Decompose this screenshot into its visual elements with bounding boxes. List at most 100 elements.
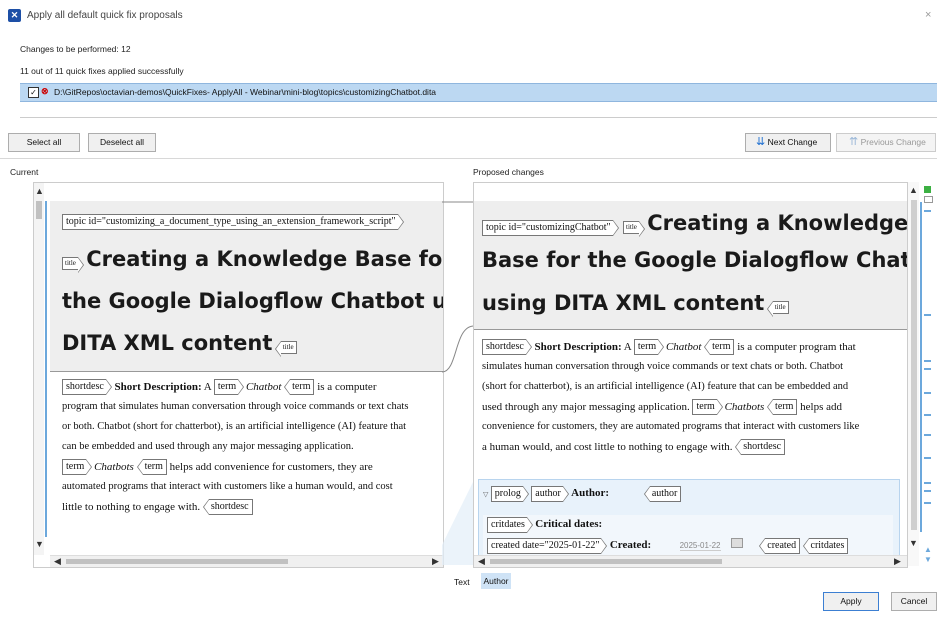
proposed-vscrollbar[interactable]: ▲ ▼: [908, 182, 922, 566]
collapse-icon[interactable]: ▽: [483, 491, 488, 498]
change-marker[interactable]: [924, 314, 931, 316]
current-pane-label: Current: [10, 167, 39, 177]
current-gutter: [34, 183, 44, 555]
calendar-icon[interactable]: [730, 538, 743, 549]
proposed-title-line3: using DITA XML content title: [482, 291, 789, 318]
current-vscroll-thumb[interactable]: [36, 201, 42, 219]
file-checkbox[interactable]: ✓: [28, 87, 39, 98]
current-line-5: term Chatbots term helps add convenience…: [62, 457, 442, 477]
author-close-tag: author: [643, 486, 682, 502]
select-all-button[interactable]: Select all: [8, 133, 80, 152]
proposed-scroll-down-icon[interactable]: ▼: [909, 538, 918, 548]
current-line-7: little to nothing to engage with. shortd…: [62, 497, 442, 517]
proposed-line-3: (short for chatterbot), is an artificial…: [482, 381, 849, 392]
apply-button[interactable]: Apply: [823, 592, 879, 611]
term-tag: term: [213, 379, 245, 396]
line1-rest: is a computer: [317, 381, 377, 393]
current-change-bar: [45, 201, 47, 537]
current-title-line1: title Creating a Knowledge Base for: [62, 247, 443, 274]
close-icon[interactable]: ×: [925, 9, 931, 21]
scroll-down-icon[interactable]: ▼: [35, 539, 44, 549]
critdates-tag: critdates: [487, 517, 533, 533]
proposed-title-tag: title: [623, 221, 645, 238]
proposed-scroll-left-icon[interactable]: ◀: [478, 556, 485, 567]
current-hscrollbar[interactable]: ◀ ▶: [50, 555, 443, 567]
proposed-scroll-right-icon[interactable]: ▶: [894, 556, 901, 567]
proposed-term-chatbots: Chatbots: [724, 401, 765, 413]
current-line-2: program that simulates human conversatio…: [62, 401, 409, 412]
file-row[interactable]: ✓ ⊗ D:\GitRepos\octavian-demos\QuickFixe…: [20, 83, 937, 102]
term-tag-2: term: [62, 459, 93, 476]
ruler-down-icon[interactable]: ▼: [924, 555, 932, 564]
changes-count: Changes to be performed: 12: [20, 44, 131, 54]
critdates-label: Critical dates:: [535, 518, 603, 531]
proposed-scroll-up-icon[interactable]: ▲: [909, 185, 918, 195]
status-ok-icon: [924, 186, 931, 193]
next-change-label: Next Change: [767, 137, 818, 147]
prolog-block: ▽ prolog author Author: author critdates…: [478, 479, 900, 557]
proposed-shortdesc-close-tag: shortdesc: [735, 439, 786, 456]
current-topic-line: topic id="customizing_a_document_type_us…: [62, 214, 404, 230]
term-chatbot: Chatbot: [245, 381, 282, 393]
change-marker[interactable]: [924, 392, 931, 394]
term-chatbots: Chatbots: [94, 461, 134, 473]
proposed-shortdesc-tag: shortdesc: [482, 339, 532, 356]
change-marker[interactable]: [924, 434, 931, 436]
scroll-left-icon[interactable]: ◀: [54, 556, 61, 567]
change-marker[interactable]: [924, 210, 931, 212]
created-tag: created date="2025-01-22": [487, 538, 608, 554]
current-title-line3: DITA XML content title: [62, 331, 297, 358]
proposed-term-tag: term: [633, 339, 665, 356]
overview-ruler: ▲ ▼: [924, 182, 936, 566]
change-marker[interactable]: [924, 360, 931, 362]
proposed-line1-rest: is a computer program that: [737, 341, 856, 353]
scroll-up-icon[interactable]: ▲: [35, 186, 44, 196]
proposed-line4-start: used through any major messaging applica…: [482, 401, 690, 413]
author-tag: author: [531, 486, 569, 502]
ruler-up-icon[interactable]: ▲: [924, 545, 932, 554]
shortdesc-close-tag: shortdesc: [202, 499, 253, 516]
line5-rest: helps add convenience for customers, the…: [169, 461, 373, 473]
next-change-button[interactable]: ⇊ Next Change: [745, 133, 831, 152]
current-line-1: shortdesc Short Description: A term Chat…: [62, 377, 442, 397]
proposed-term-close-tag-2: term: [766, 399, 798, 416]
line7-text: little to nothing to engage with.: [62, 501, 201, 513]
proposed-line-1: shortdesc Short Description: A term Chat…: [482, 337, 902, 357]
current-pane[interactable]: topic id="customizing_a_document_type_us…: [33, 182, 444, 568]
previous-change-button[interactable]: ⇈ Previous Change: [836, 133, 936, 152]
current-hscroll-thumb[interactable]: [66, 559, 288, 564]
dita-file-icon: ⊗: [41, 86, 49, 96]
proposed-hscrollbar[interactable]: ◀ ▶: [474, 555, 907, 567]
next-change-icon: ⇊: [756, 136, 766, 148]
proposed-title-text-2: Base for the Google Dialogflow Chatbot: [482, 248, 908, 272]
proposed-hscroll-thumb[interactable]: [490, 559, 722, 564]
created-date-field[interactable]: 2025-01-22: [679, 541, 721, 552]
app-icon: ✕: [8, 9, 21, 22]
change-marker[interactable]: [924, 368, 931, 370]
title-close-tag: title: [274, 341, 297, 358]
topic-tag: topic id="customizing_a_document_type_us…: [62, 214, 404, 230]
change-marker[interactable]: [924, 490, 931, 492]
proposed-vscroll-thumb[interactable]: [911, 200, 917, 530]
proposed-title-line1: topic id="customizingChatbot" title Crea…: [482, 211, 907, 238]
change-marker[interactable]: [924, 502, 931, 504]
deselect-all-button[interactable]: Deselect all: [88, 133, 156, 152]
created-line: created date="2025-01-22" Created: 2025-…: [487, 538, 849, 554]
change-marker[interactable]: [924, 414, 931, 416]
scroll-right-icon[interactable]: ▶: [432, 556, 439, 567]
change-marker[interactable]: [924, 482, 931, 484]
proposed-line-6: a human would, and cost little to nothin…: [482, 437, 902, 457]
tab-text[interactable]: Text: [454, 577, 470, 587]
term-close-tag-2: term: [136, 459, 167, 476]
proposed-line-2: simulates human conversation through voi…: [482, 361, 844, 372]
current-title-text-3: DITA XML content: [62, 331, 273, 355]
applied-status: 11 out of 11 quick fixes applied success…: [20, 66, 184, 76]
cancel-button[interactable]: Cancel: [891, 592, 937, 611]
proposed-pane[interactable]: topic id="customizingChatbot" title Crea…: [473, 182, 908, 568]
tab-author[interactable]: Author: [481, 573, 511, 589]
proposed-term-close-tag: term: [704, 339, 735, 356]
previous-change-icon: ⇈: [849, 136, 859, 148]
change-marker[interactable]: [924, 457, 931, 459]
current-line-3: or both. Chatbot (short for chatterbot),…: [62, 421, 407, 432]
window-title: Apply all default quick fix proposals: [27, 10, 183, 21]
